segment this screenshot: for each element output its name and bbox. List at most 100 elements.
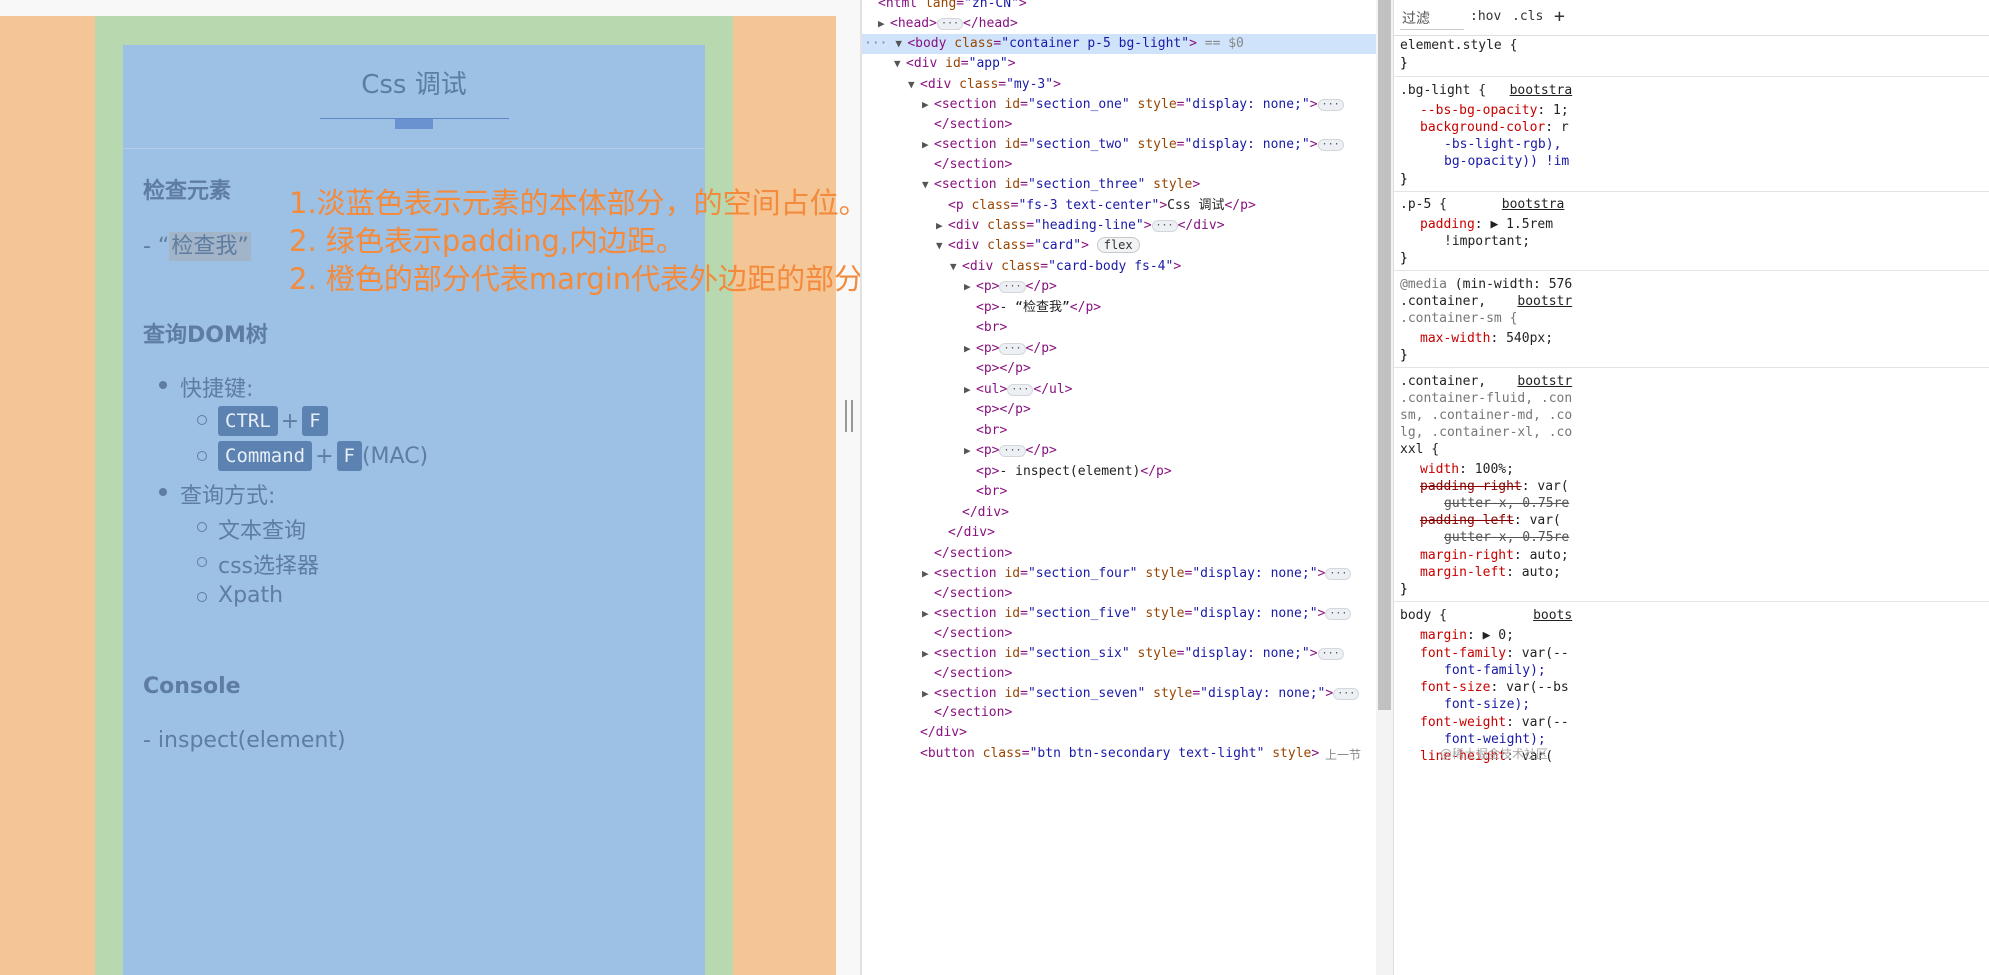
dom-node-br[interactable]: <br> <box>862 318 1376 338</box>
prop-padding[interactable]: padding: ▶ 1.5rem <box>1420 216 1553 233</box>
plus-sign: + <box>315 443 334 469</box>
prop-bs-bg-opacity[interactable]: --bs-bg-opacity: 1; <box>1420 102 1569 119</box>
inspect-prefix: - “ <box>143 234 170 259</box>
dom-node-section-two[interactable]: ▶ <section id="section_two" style="displa… <box>862 135 1376 155</box>
dom-close-section: </section> <box>934 157 1013 172</box>
prop-margin-left[interactable]: margin-left: auto; <box>1420 564 1561 581</box>
inspect-me-text: - “检查我” <box>143 228 251 261</box>
dom-close-section: </section> <box>934 117 1013 132</box>
kbd-f: F <box>336 441 362 471</box>
bullet-dot <box>159 488 167 496</box>
dom-node-p-empty[interactable]: <p></p> <box>862 400 1376 420</box>
dom-node-p[interactable]: ▶ <p> ··· </p> <box>862 441 1376 461</box>
console-section-title: Console <box>143 674 241 699</box>
rule-container-sm-sel: .container-sm { <box>1400 311 1518 326</box>
hov-toggle[interactable]: :hov <box>1470 9 1501 24</box>
dom-node-heading-line[interactable]: ▶ <div class="heading-line"> ··· </div> <box>862 216 1376 236</box>
dom-node-my3[interactable]: ▼ <div class="my-3"> <box>862 75 1376 95</box>
dom-close-section: </section> <box>934 705 1013 720</box>
rule-container-md: sm, .container-md, .co <box>1400 408 1573 423</box>
dom-node-section-five[interactable]: ▶ <section id="section_five" style="displ… <box>862 604 1376 624</box>
collapse-triangle-icon[interactable]: ▼ <box>895 34 907 54</box>
dom-close-section: </section> <box>934 626 1013 641</box>
rule-close: } <box>1400 582 1408 597</box>
inspect-me-label: 检查我 <box>171 234 238 259</box>
dom-node-p[interactable]: ▶ <p> ··· </p> <box>862 277 1376 297</box>
styles-filter-input[interactable]: 过滤 <box>1400 6 1464 30</box>
rule-divider <box>1394 367 1989 368</box>
inspect-me-highlight[interactable]: 检查我” <box>169 232 251 261</box>
bullet-ring <box>197 415 207 425</box>
query-item-xpath: Xpath <box>218 583 284 608</box>
dom-node-p-title[interactable]: <p class="fs-3 text-center">Css 调试</p> <box>862 196 1376 216</box>
query-label: 查询方式: <box>180 484 276 509</box>
prop-width[interactable]: width: 100%; <box>1420 461 1514 478</box>
rule-close: } <box>1400 172 1408 187</box>
dom-node-ul[interactable]: ▶ <ul> ··· </ul> <box>862 380 1376 400</box>
rule-container[interactable]: .container, bootstr <box>1400 373 1572 390</box>
dom-node-button[interactable]: <button class="btn btn-secondary text-li… <box>862 744 1376 764</box>
prev-section-text: 上一节 <box>1325 748 1362 762</box>
dom-node-br[interactable]: <br> <box>862 482 1376 502</box>
prop-padding-right[interactable]: padding-right: var( <box>1420 478 1569 495</box>
rule-close: } <box>1400 56 1408 71</box>
rule-container-sm[interactable]: .container, bootstr <box>1400 293 1572 310</box>
cls-toggle[interactable]: .cls <box>1512 9 1543 24</box>
bullet-ring <box>197 557 207 567</box>
splitter-grip[interactable] <box>845 400 853 432</box>
elements-scroll-thumb[interactable] <box>1378 0 1391 710</box>
dom-node-section-four[interactable]: ▶ <section id="section_four" style="displ… <box>862 564 1376 584</box>
shortcut-ctrl-f: CTRL + F <box>218 406 328 436</box>
dom-node-p-inspect[interactable]: <p>- “检查我”</p> <box>862 298 1376 318</box>
prop-font-size-cont: font-size); <box>1444 697 1531 712</box>
dom-close-section: </section> <box>934 586 1013 601</box>
dom-close-section: </section> <box>934 666 1013 681</box>
annotation-margin: 2. 橙色的部分代表margin代表外边距的部分 <box>289 262 860 296</box>
rule-p5[interactable]: .p-5 { bootstra <box>1400 196 1564 213</box>
prop-font-weight[interactable]: font-weight: var(-- <box>1420 714 1569 731</box>
new-rule-button[interactable]: + <box>1554 6 1565 27</box>
flex-badge[interactable]: flex <box>1096 237 1140 253</box>
kbd-ctrl: CTRL <box>218 406 278 436</box>
dom-node-html[interactable]: <html lang="zh-CN"> <box>862 0 1376 14</box>
prop-font-family[interactable]: font-family: var(-- <box>1420 645 1569 662</box>
inspect-suffix: ” <box>237 234 249 259</box>
dom-node-card-body[interactable]: ▼ <div class="card-body fs-4"> <box>862 257 1376 277</box>
ellipsis-icon[interactable]: ··· <box>936 17 964 30</box>
prop-margin-right[interactable]: margin-right: auto; <box>1420 547 1569 564</box>
dom-node-p[interactable]: ▶ <p> ··· </p> <box>862 339 1376 359</box>
rule-bg-light[interactable]: .bg-light { bootstra <box>1400 82 1572 99</box>
dom-node-section-one[interactable]: ▶ <section id="section_one" style="displa… <box>862 95 1376 115</box>
rule-body[interactable]: body { boots <box>1400 607 1572 624</box>
rule-element-style[interactable]: element.style { <box>1400 37 1517 54</box>
mac-label: (MAC) <box>361 443 429 469</box>
dom-node-card[interactable]: ▼ <div class="card"> flex <box>862 236 1376 256</box>
prop-margin[interactable]: margin: ▶ 0; <box>1420 627 1514 644</box>
dom-node-section-six[interactable]: ▶ <section id="section_six" style="displa… <box>862 644 1376 664</box>
rule-close: } <box>1400 251 1408 266</box>
rule-divider <box>1394 601 1989 602</box>
screen: Css 调试 检查元素 - “检查我” 查询DOM树 快捷键: CTRL + F… <box>0 0 1989 975</box>
prop-padding-right-cont: gutter-x, 0.75re <box>1444 496 1570 511</box>
annotation-content: 1.淡蓝色表示元素的本体部分，的空间占位。 <box>289 186 860 220</box>
dom-node-section-three[interactable]: ▼ <section id="section_three" style> <box>862 175 1376 195</box>
prop-font-size[interactable]: font-size: var(--bs <box>1420 679 1569 696</box>
dom-node-p-empty[interactable]: <p></p> <box>862 359 1376 379</box>
prop-background-color[interactable]: background-color: r <box>1420 119 1569 136</box>
dom-node-app[interactable]: ▼ <div id="app"> <box>862 54 1376 74</box>
prop-max-width[interactable]: max-width: 540px; <box>1420 330 1553 347</box>
dom-node-br[interactable]: <br> <box>862 421 1376 441</box>
dom-node-body-selected[interactable]: ··· ▼ <body class="container p-5 bg-light… <box>862 34 1376 54</box>
card-title: Css 调试 <box>361 70 467 100</box>
kbd-command: Command <box>218 441 313 471</box>
rule-divider <box>1394 270 1989 271</box>
prop-padding-left[interactable]: padding-left: var( <box>1420 512 1561 529</box>
dom-node-section-seven[interactable]: ▶ <section id="section_seven" style="disp… <box>862 684 1376 704</box>
dom-node-head[interactable]: ▶ <head> ··· </head> <box>862 14 1376 34</box>
bullet-ring <box>197 522 207 532</box>
prop-bg-color-cont2: bg-opacity)) !im <box>1444 154 1570 169</box>
rule-close: } <box>1400 348 1408 363</box>
dom-node-p-console[interactable]: <p>- inspect(element)</p> <box>862 462 1376 482</box>
expand-triangle-icon[interactable]: ▶ <box>878 14 890 34</box>
page-right-strip <box>836 0 860 975</box>
